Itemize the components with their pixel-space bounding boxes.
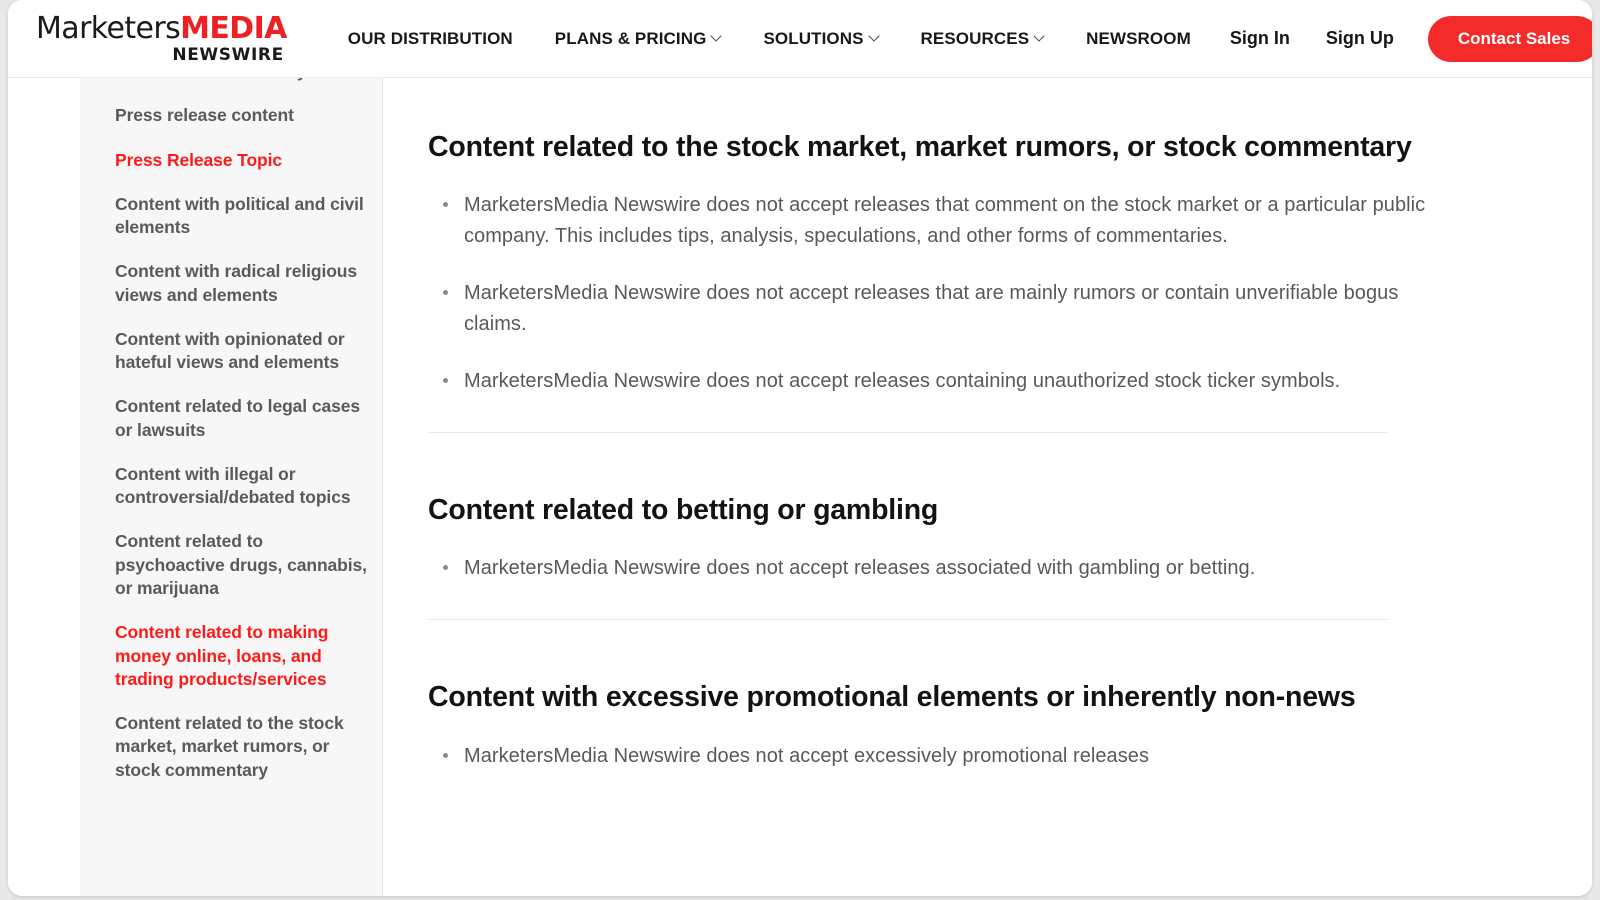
site-logo[interactable]: MarketersMEDIA NEWSWIRE (36, 10, 287, 65)
sidebar-item-making-money-online[interactable]: Content related to making money online, … (115, 621, 368, 691)
nav-item-resources[interactable]: RESOURCES (900, 19, 1066, 59)
list-item: MarketersMedia Newswire does not accept … (428, 741, 1447, 772)
nav-label: SOLUTIONS (763, 28, 864, 48)
sidebar-item-press-release-content[interactable]: Press release content (115, 104, 368, 127)
section-promotional-non-news: Content with excessive promotional eleme… (428, 680, 1447, 771)
toc-list: Headline and Summary Press release conte… (115, 78, 368, 782)
chevron-down-icon (712, 32, 721, 41)
chevron-down-icon (1035, 32, 1044, 41)
section-stock-market: Content related to the stock market, mar… (428, 130, 1447, 397)
list-item: MarketersMedia Newswire does not accept … (428, 553, 1447, 584)
main-inner: Content related to the stock market, mar… (383, 78, 1592, 772)
logo-text-newswire: NEWSWIRE (172, 44, 284, 65)
logo-wordmark: MarketersMEDIA (36, 10, 287, 46)
main-navigation: OUR DISTRIBUTION PLANS & PRICING SOLUTIO… (327, 19, 1212, 59)
nav-label: NEWSROOM (1086, 28, 1191, 48)
header-actions: Sign In Sign Up Contact Sales (1212, 15, 1592, 62)
left-gutter (8, 78, 80, 896)
section-title: Content related to the stock market, mar… (428, 131, 1412, 163)
sidebar-item-radical-religious[interactable]: Content with radical religious views and… (115, 260, 368, 307)
sidebar-item-headline-and-summary[interactable]: Headline and Summary (115, 78, 368, 83)
site-header: MarketersMEDIA NEWSWIRE OUR DISTRIBUTION… (8, 0, 1592, 78)
list-item: MarketersMedia Newswire does not accept … (428, 278, 1447, 340)
nav-item-solutions[interactable]: SOLUTIONS (742, 19, 899, 59)
section-bullet-list: MarketersMedia Newswire does not accept … (428, 741, 1447, 772)
section-title: Content with excessive promotional eleme… (428, 681, 1356, 714)
sidebar-item-stock-market[interactable]: Content related to the stock market, mar… (115, 712, 368, 782)
nav-item-our-distribution[interactable]: OUR DISTRIBUTION (327, 19, 534, 59)
nav-item-newsroom[interactable]: NEWSROOM (1065, 19, 1212, 59)
sidebar-item-press-release-topic[interactable]: Press Release Topic (115, 149, 368, 172)
section-betting-gambling: Content related to betting or gambling M… (428, 493, 1447, 584)
list-item: MarketersMedia Newswire does not accept … (428, 366, 1447, 397)
list-item: MarketersMedia Newswire does not accept … (428, 190, 1447, 252)
nav-label: OUR DISTRIBUTION (347, 28, 513, 48)
section-bullet-list: MarketersMedia Newswire does not accept … (428, 553, 1447, 584)
sidebar-item-opinionated-hateful[interactable]: Content with opinionated or hateful view… (115, 328, 368, 375)
sidebar-item-psychoactive-drugs[interactable]: Content related to psychoactive drugs, c… (115, 530, 368, 600)
nav-label: RESOURCES (920, 28, 1030, 48)
sidebar-item-legal-cases[interactable]: Content related to legal cases or lawsui… (115, 395, 368, 442)
sidebar-item-illegal-controversial[interactable]: Content with illegal or controversial/de… (115, 463, 368, 510)
sign-in-link[interactable]: Sign In (1212, 28, 1308, 49)
logo-text-marketers: Marketers (36, 10, 181, 46)
chevron-down-icon (870, 32, 879, 41)
contact-sales-button[interactable]: Contact Sales (1427, 15, 1592, 62)
logo-text-media: MEDIA (180, 10, 287, 46)
content-area: Headline and Summary Press release conte… (8, 78, 1592, 896)
page-card: MarketersMEDIA NEWSWIRE OUR DISTRIBUTION… (8, 0, 1592, 896)
main-content: Content related to the stock market, mar… (383, 78, 1592, 896)
section-bullet-list: MarketersMedia Newswire does not accept … (428, 190, 1447, 397)
section-title: Content related to betting or gambling (428, 494, 939, 527)
sidebar-item-political-civil[interactable]: Content with political and civil element… (115, 193, 368, 240)
toc-sidebar: Headline and Summary Press release conte… (80, 78, 383, 896)
nav-item-plans-pricing[interactable]: PLANS & PRICING (534, 19, 743, 59)
sign-up-link[interactable]: Sign Up (1308, 28, 1412, 49)
nav-label: PLANS & PRICING (554, 28, 707, 48)
